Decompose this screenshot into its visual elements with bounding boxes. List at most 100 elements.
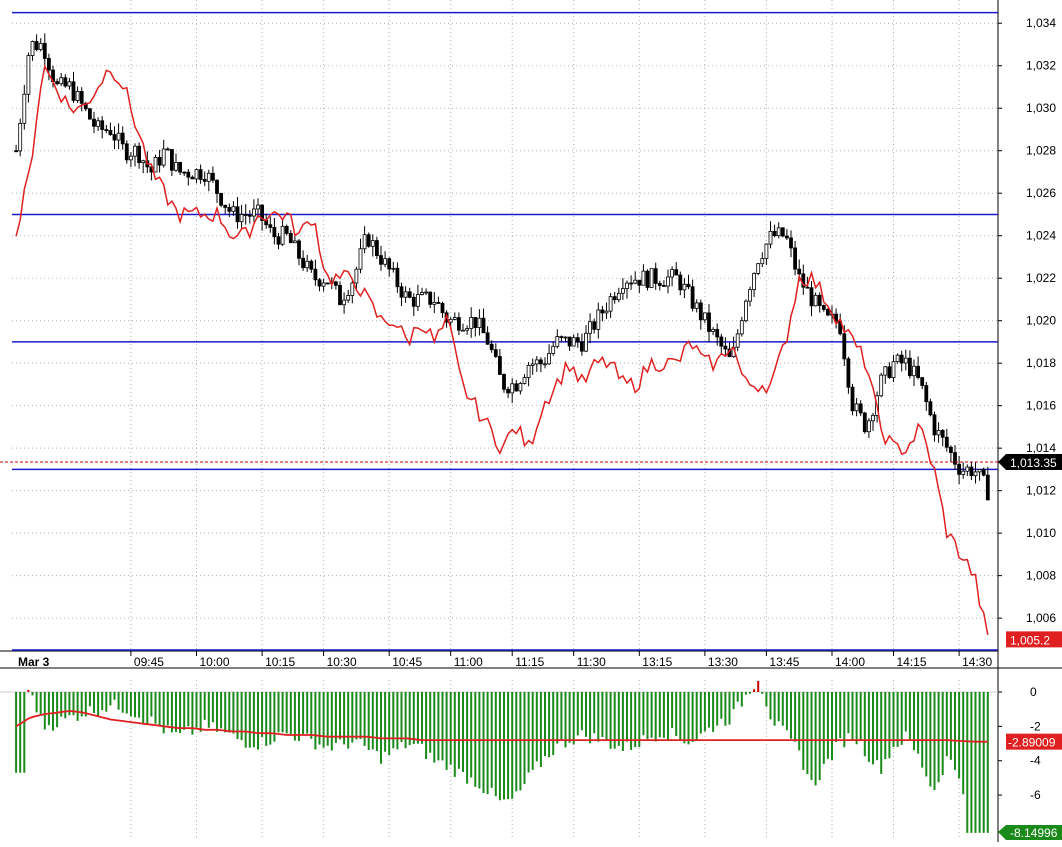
chart-root: 1,006 1,008 1,010 1,012 1,014 1,016 1,018 1,020…: [0, 0, 1062, 842]
candlestick: [539, 357, 543, 373]
candle-body-up: [424, 291, 429, 294]
candle-body-down: [440, 303, 445, 314]
candle-body-down: [268, 224, 273, 228]
candle-body-down: [969, 466, 974, 477]
candle-body-up: [649, 268, 654, 288]
candle-body-up: [735, 333, 740, 348]
candlestick: [215, 179, 219, 203]
candle-body-down: [629, 282, 633, 285]
candle-body-down: [862, 412, 867, 433]
candlestick: [506, 386, 511, 399]
overlay-value-label: 1,005.2: [1010, 633, 1050, 647]
candle-body-up: [912, 365, 916, 377]
candle-body-down: [325, 282, 330, 285]
candlestick: [424, 288, 429, 296]
candle-body-down: [686, 283, 691, 288]
candle-body-down: [124, 143, 129, 161]
candle-body-down: [957, 463, 961, 475]
y-tick-label: 1,014: [1026, 441, 1056, 455]
candle-body-down: [247, 214, 252, 217]
candle-body-down: [165, 148, 170, 151]
candlestick: [239, 204, 244, 229]
candle-body-up: [383, 258, 388, 265]
candlestick: [846, 356, 851, 394]
candle-body-up: [965, 466, 970, 472]
candle-body-up: [465, 328, 470, 331]
candlestick: [100, 116, 105, 139]
candle-body-up: [22, 93, 27, 124]
candle-body-down: [411, 296, 416, 307]
candlestick: [674, 262, 679, 276]
candle-body-up: [174, 162, 178, 171]
candle-body-down: [182, 171, 187, 174]
candlestick: [276, 232, 281, 250]
candlestick: [584, 325, 588, 353]
candle-body-down: [55, 81, 59, 85]
candle-body-down: [157, 156, 162, 166]
candle-body-up: [403, 291, 408, 298]
candlestick: [153, 154, 158, 173]
candle-body-down: [79, 91, 84, 104]
x-tick-label: 11:30: [577, 655, 606, 669]
candle-body-down: [932, 414, 937, 436]
candle-body-up: [555, 336, 560, 347]
candle-body-down: [100, 120, 105, 130]
candlestick: [420, 287, 424, 296]
candle-body-down: [653, 268, 658, 284]
candlestick: [235, 197, 240, 229]
signal-value-label: -2.89009: [1008, 736, 1056, 750]
candle-body-down: [826, 309, 830, 316]
candle-body-up: [116, 132, 121, 141]
candle-body-up: [871, 415, 875, 422]
candle-body-up: [256, 204, 260, 210]
candle-body-down: [407, 291, 412, 298]
candlestick: [543, 357, 547, 369]
candle-body-down: [235, 206, 240, 223]
candle-body-up: [362, 234, 367, 250]
candle-body-up: [510, 383, 515, 394]
candlestick: [936, 422, 941, 443]
candlestick: [223, 204, 228, 214]
candlestick: [928, 398, 933, 417]
candle-body-up: [75, 91, 80, 101]
candle-body-down: [793, 247, 797, 270]
x-tick-label: 13:30: [708, 655, 738, 669]
candle-body-down: [395, 267, 400, 288]
candlestick: [75, 86, 80, 103]
candlestick: [202, 171, 207, 187]
candlestick: [772, 224, 777, 238]
candlestick: [690, 279, 695, 312]
y-tick-label: 1,034: [1026, 16, 1056, 30]
candle-body-down: [272, 227, 277, 238]
candlestick: [813, 292, 818, 307]
candlestick: [686, 274, 691, 290]
candle-body-up: [563, 336, 568, 339]
candlestick: [428, 291, 433, 309]
x-tick-label: 13:15: [642, 655, 672, 669]
candlestick: [526, 362, 531, 387]
candle-body-down: [366, 234, 371, 247]
candle-body-down: [473, 317, 478, 328]
candlestick: [395, 262, 400, 293]
candlestick: [534, 356, 539, 372]
y-tick-label: 1,008: [1026, 569, 1056, 583]
candle-body-up: [522, 377, 527, 384]
candle-body-down: [108, 130, 113, 135]
candle-body-up: [518, 383, 523, 392]
candlestick: [432, 291, 437, 313]
candlestick: [571, 334, 576, 347]
candlestick: [383, 251, 388, 268]
candle-body-down: [42, 42, 47, 59]
candlestick: [764, 243, 769, 265]
candle-body-up: [358, 248, 363, 270]
candlestick: [272, 218, 277, 245]
y-tick-label: 1,010: [1026, 526, 1056, 540]
candlestick: [104, 124, 109, 134]
candlestick: [944, 428, 949, 452]
candlestick: [124, 140, 129, 164]
candle-body-up: [756, 263, 761, 274]
candle-body-up: [67, 81, 72, 87]
candle-body-down: [719, 336, 724, 347]
candlestick: [698, 299, 703, 330]
candle-body-down: [940, 430, 945, 438]
